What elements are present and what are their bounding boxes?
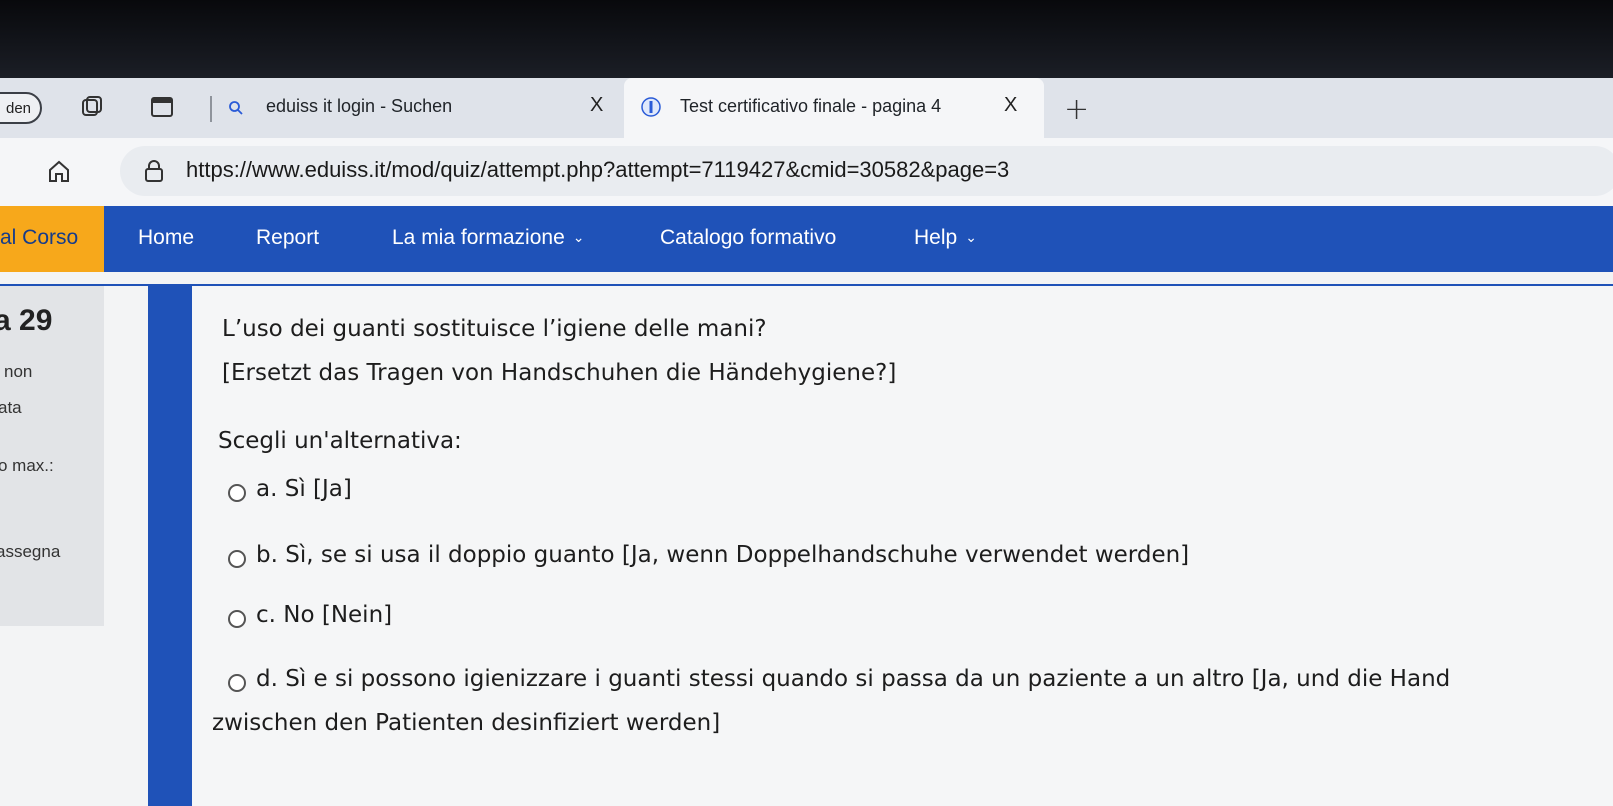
- nav-item-label: La mia formazione: [392, 226, 565, 249]
- close-tab-icon[interactable]: X: [1004, 94, 1017, 117]
- radio-button[interactable]: [228, 674, 246, 692]
- question-number: a 29: [0, 304, 53, 337]
- profile-button[interactable]: den: [0, 92, 42, 124]
- home-icon[interactable]: [46, 158, 72, 184]
- collections-icon[interactable]: [80, 96, 104, 118]
- max-score-label: o max.:: [0, 456, 54, 475]
- quiz-page: a 29 non ata o max.: assegna L’uso dei g…: [0, 272, 1613, 806]
- address-bar-row: https://www.eduiss.it/mod/quiz/attempt.p…: [0, 138, 1613, 206]
- tab-separator: [210, 96, 212, 122]
- tab-search[interactable]: eduiss it login - Suchen X: [220, 78, 620, 138]
- question-accent-bar: [148, 284, 192, 806]
- radio-button[interactable]: [228, 484, 246, 502]
- screen-bezel: [0, 0, 1613, 78]
- tab-actions-icon[interactable]: [150, 96, 174, 118]
- radio-button[interactable]: [228, 610, 246, 628]
- radio-button[interactable]: [228, 550, 246, 568]
- search-icon: [229, 101, 243, 115]
- flag-question-label[interactable]: assegna: [0, 542, 60, 562]
- nav-item-catalog[interactable]: Catalogo formativo: [660, 226, 836, 250]
- nav-item-help[interactable]: Help ⌄: [914, 226, 977, 250]
- question-info-panel: a 29 non ata o max.: assegna: [0, 286, 104, 626]
- option-d-continuation: zwischen den Patienten desinfiziert werd…: [212, 710, 721, 736]
- new-tab-button[interactable]: +: [1064, 92, 1089, 127]
- option-label: a. Sì [Ja]: [256, 476, 352, 502]
- nav-item-report[interactable]: Report: [256, 226, 319, 250]
- profile-label: den: [6, 100, 32, 117]
- nav-item-label: al Corso: [0, 226, 79, 249]
- browser-tab-strip: den eduiss it login - Suchen X Test cert…: [0, 78, 1613, 138]
- question-status: non: [4, 362, 33, 381]
- site-favicon-icon: [641, 97, 661, 117]
- close-tab-icon[interactable]: X: [590, 94, 603, 117]
- url-text: https://www.eduiss.it/mod/quiz/attempt.p…: [186, 157, 1010, 182]
- nav-item-my-training[interactable]: La mia formazione ⌄: [392, 226, 584, 250]
- question-text-de: [Ersetzt das Tragen von Handschuhen die …: [222, 360, 897, 386]
- nav-item-home[interactable]: Home: [138, 226, 194, 250]
- lock-icon[interactable]: [144, 160, 164, 182]
- question-text-it: L’uso dei guanti sostituisce l’igiene de…: [222, 316, 767, 342]
- site-navbar: al Corso Home Report La mia formazione ⌄ …: [0, 206, 1613, 272]
- tab-label: eduiss it login - Suchen: [266, 96, 453, 116]
- nav-item-course[interactable]: al Corso: [0, 206, 104, 272]
- nav-item-label: Help: [914, 226, 958, 249]
- answer-prompt: Scegli un'alternativa:: [218, 428, 462, 454]
- address-bar[interactable]: https://www.eduiss.it/mod/quiz/attempt.p…: [120, 146, 1613, 196]
- option-label: c. No [Nein]: [256, 602, 393, 628]
- question-status-2: ata: [0, 398, 22, 417]
- tab-quiz[interactable]: Test certificativo finale - pagina 4 X: [624, 78, 1044, 138]
- chevron-down-icon: ⌄: [965, 229, 977, 245]
- option-label: b. Sì, se si usa il doppio guanto [Ja, w…: [256, 542, 1190, 568]
- tab-label: Test certificativo finale - pagina 4: [680, 96, 942, 116]
- chevron-down-icon: ⌄: [572, 229, 585, 245]
- answer-option-d[interactable]: d. Sì e si possono igienizzare i guanti …: [228, 666, 1613, 702]
- option-label: d. Sì e si possono igienizzare i guanti …: [256, 666, 1451, 692]
